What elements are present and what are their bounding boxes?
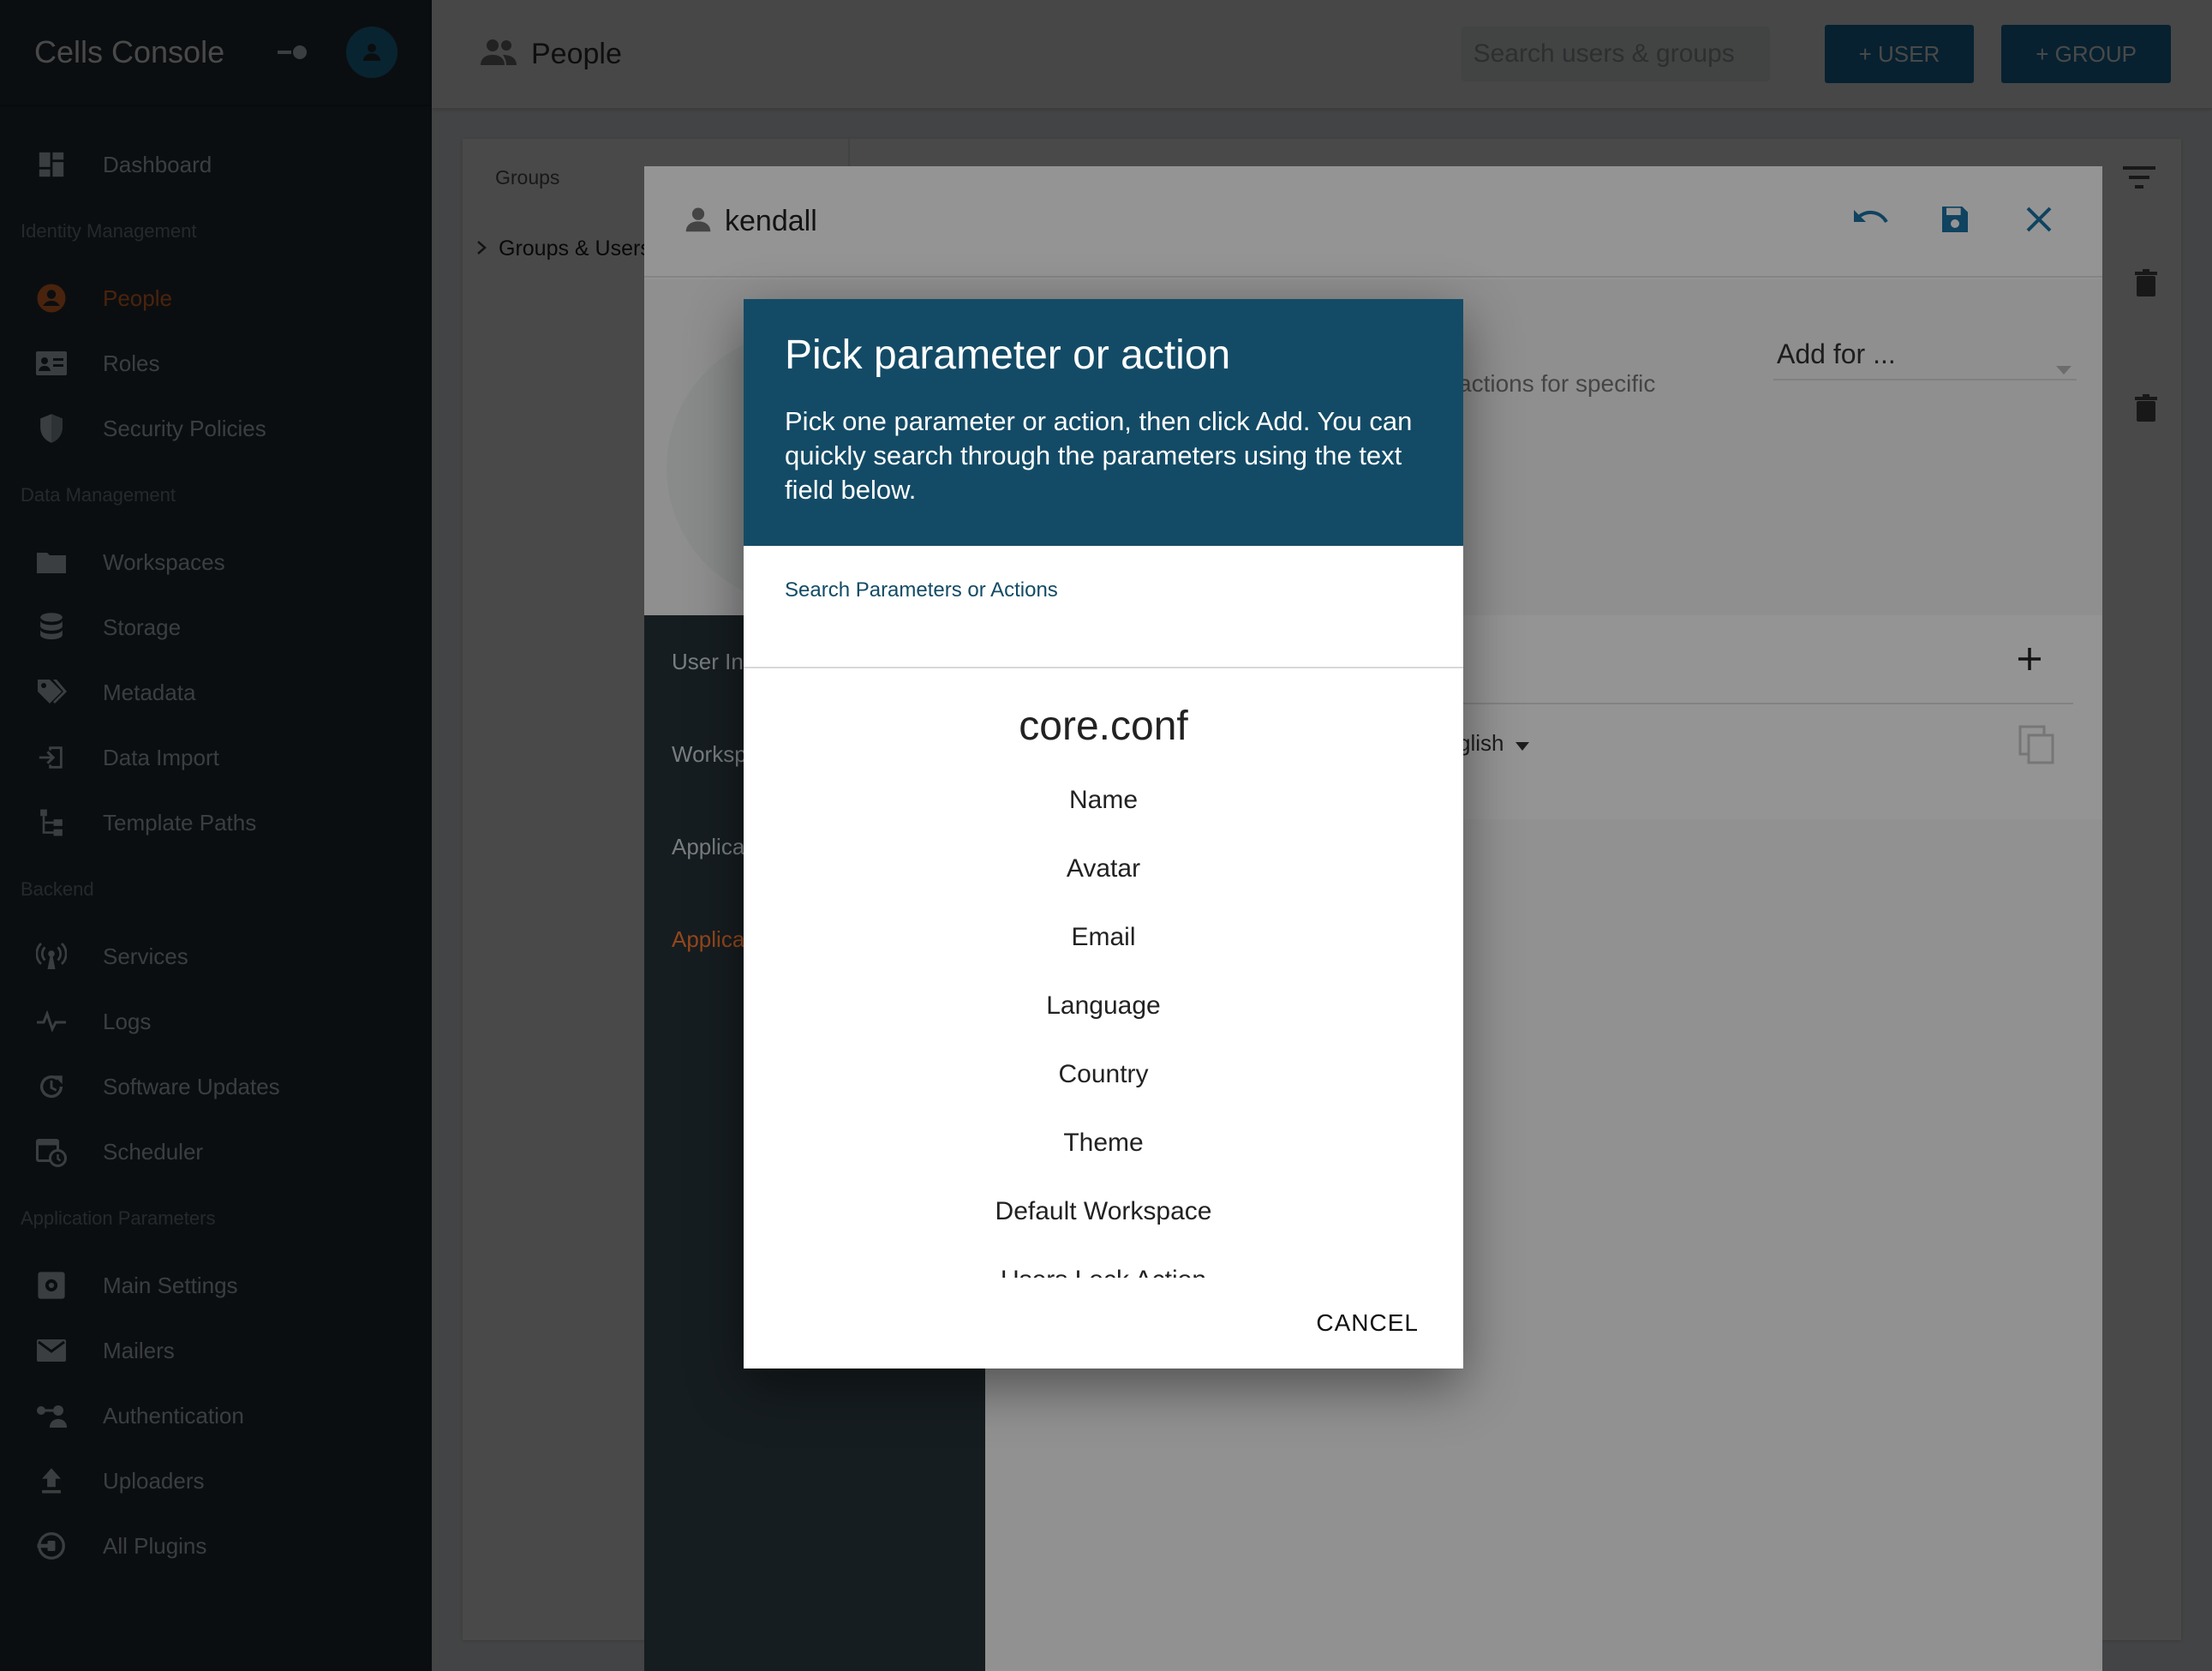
search-parameters-label: Search Parameters or Actions	[785, 578, 1058, 602]
parameter-list-item[interactable]: Name	[744, 766, 1463, 835]
search-parameters-input[interactable]: Search Parameters or Actions	[744, 546, 1463, 668]
dialog-description: Pick one parameter or action, then click…	[785, 406, 1413, 505]
parameter-list-item[interactable]: Language	[744, 972, 1463, 1040]
dialog-title: Pick parameter or action	[785, 332, 1231, 378]
parameter-list-item[interactable]: Default Workspace	[744, 1177, 1463, 1246]
dialog-header: Pick parameter or action Pick one parame…	[744, 299, 1463, 546]
dialog-footer: CANCEL	[744, 1278, 1463, 1369]
parameter-list-item[interactable]: Users Lock Action	[744, 1246, 1463, 1278]
pick-parameter-dialog: Pick parameter or action Pick one parame…	[744, 299, 1463, 1369]
parameter-list-item[interactable]: Country	[744, 1040, 1463, 1109]
cancel-button[interactable]: CANCEL	[1316, 1309, 1419, 1337]
parameter-list-item[interactable]: Theme	[744, 1109, 1463, 1177]
parameter-list-item[interactable]: Avatar	[744, 835, 1463, 903]
parameter-list: core.conf Name Avatar Email Language Country…	[744, 668, 1463, 1278]
parameter-group-title: core.conf	[1019, 704, 1188, 749]
parameter-list-item[interactable]: Email	[744, 903, 1463, 972]
